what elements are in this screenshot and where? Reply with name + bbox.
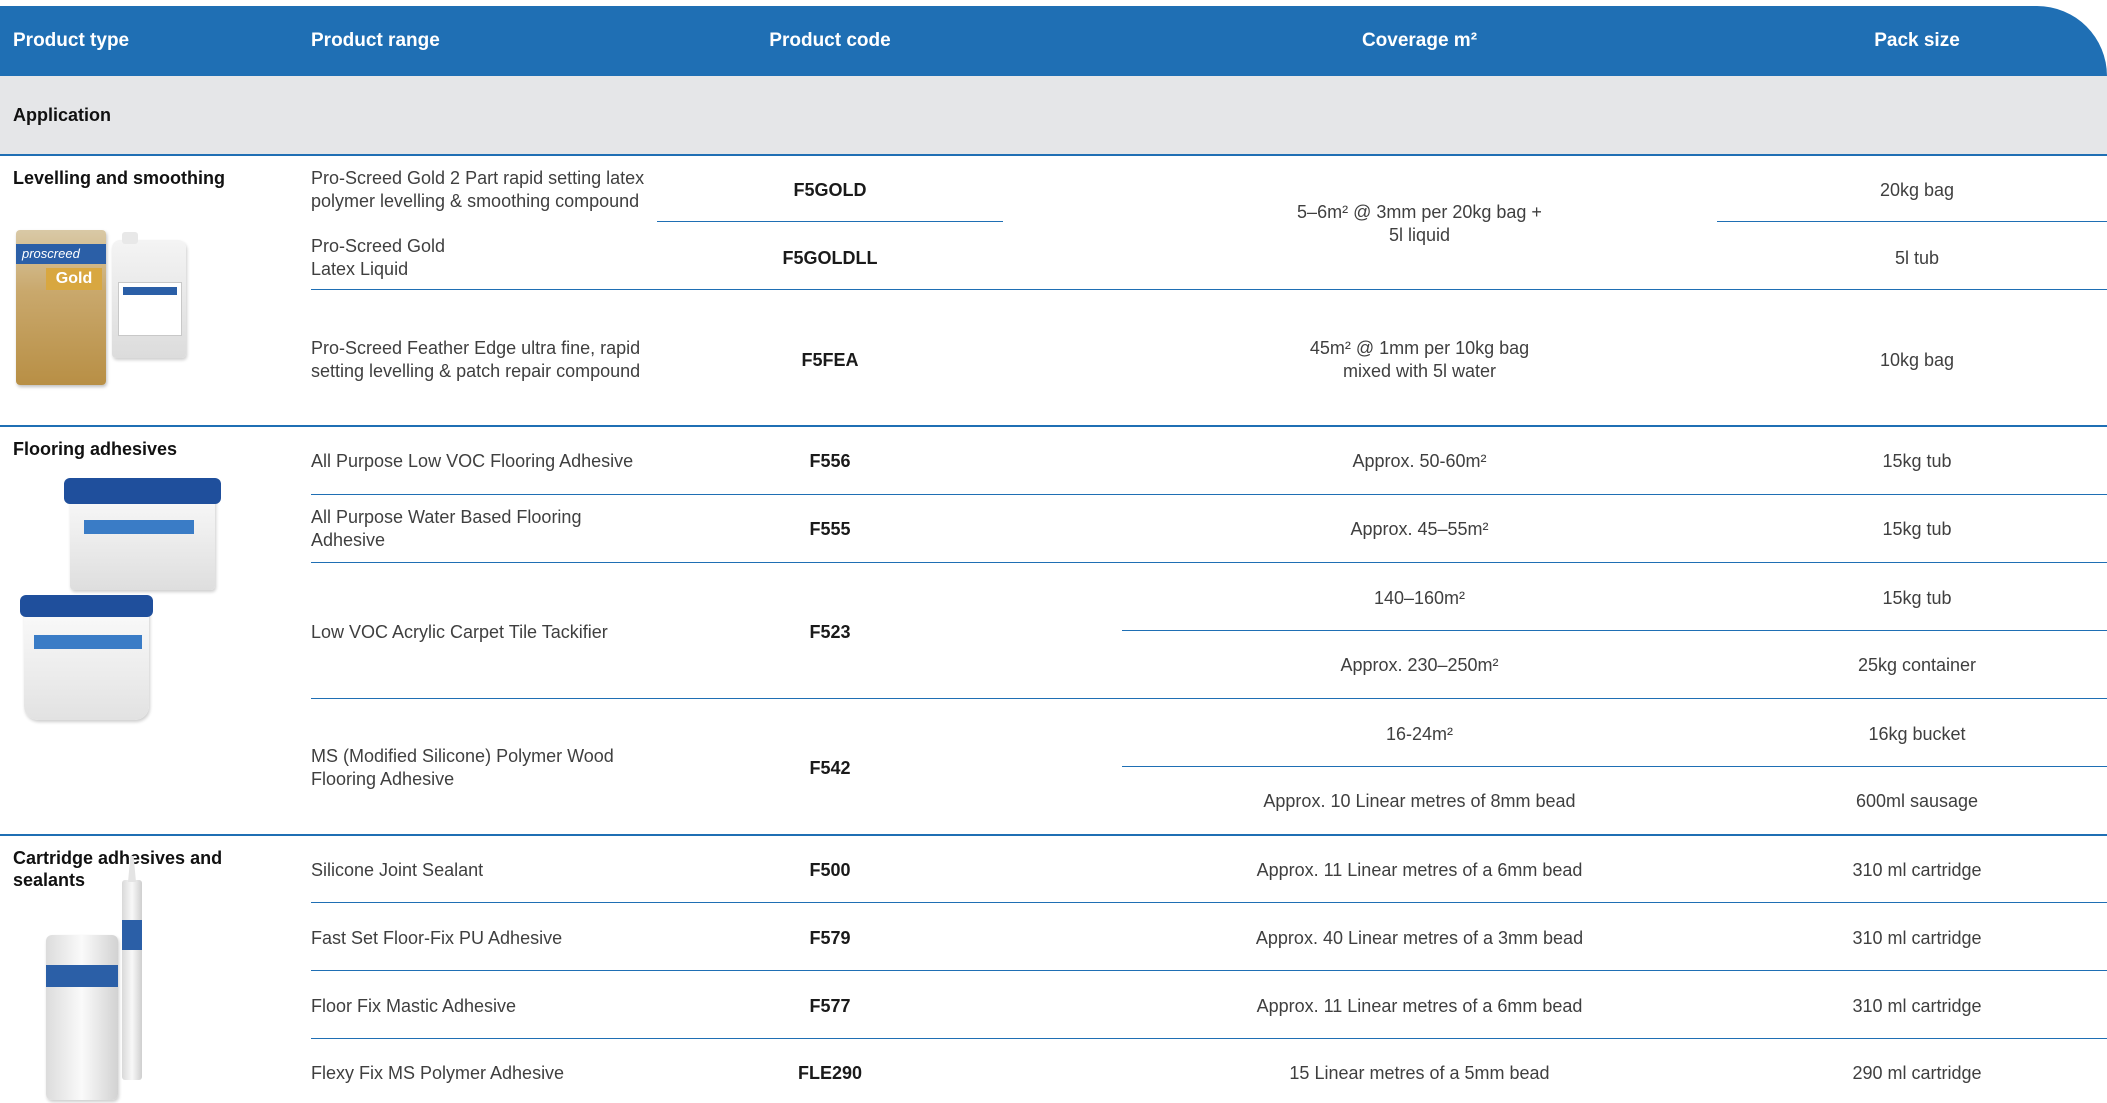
table-row-code: F555 (809, 518, 851, 539)
table-row-coverage: Approx. 230–250m² (1340, 654, 1499, 675)
table-row-coverage: 15 Linear metres of a 5mm bead (1289, 1062, 1550, 1083)
table-row-range: Silicone Joint Sealant (311, 859, 484, 880)
header-product-range: Product range (311, 30, 440, 51)
table-row-range: Floor Fix Mastic Adhesive (311, 995, 517, 1016)
table-row-code: F577 (809, 995, 851, 1016)
header-pack-size: Pack size (1874, 30, 1960, 51)
table-row-pack: 10kg bag (1879, 349, 1955, 370)
table-row-pack: 25kg container (1857, 654, 1977, 675)
table-row-coverage: Approx. 50-60m² (1352, 450, 1487, 471)
group-title-cartridge: Cartridge adhesives and sealants (13, 848, 223, 890)
table-row-pack: 15kg tub (1882, 518, 1952, 539)
table-row-pack: 20kg bag (1879, 179, 1955, 200)
table-row-code: F5GOLDLL (782, 247, 878, 268)
latex-container-icon (112, 232, 186, 358)
table-row-range: All Purpose Low VOC Flooring Adhesive (311, 450, 634, 471)
table-row-coverage: 16-24m² (1385, 723, 1454, 744)
table-row-code: F542 (809, 757, 851, 778)
table-row-coverage: Approx. 40 Linear metres of a 3mm bead (1255, 927, 1584, 948)
table-row-pack: 310 ml cartridge (1852, 859, 1982, 880)
table-row-code: FLE290 (797, 1062, 863, 1083)
group-title-levelling: Levelling and smoothing (13, 168, 226, 188)
table-row-pack: 15kg tub (1882, 587, 1952, 608)
product-table: Product type Product range Product code … (0, 0, 2107, 1103)
table-row-coverage: Approx. 11 Linear metres of a 6mm bead (1256, 995, 1583, 1016)
table-row-code: F579 (809, 927, 851, 948)
bag-gold-label: Gold (46, 268, 102, 290)
adhesive-tub-icon (20, 595, 153, 720)
table-row-pack: 15kg tub (1882, 450, 1952, 471)
table-row-code: F523 (809, 621, 851, 642)
table-row-range: MS (Modified Silicone) Polymer Wood Floo… (311, 746, 614, 789)
table-row-code: F5FEA (801, 349, 859, 370)
table-row-range: All Purpose Water Based Flooring Adhesiv… (311, 507, 582, 550)
table-row-range: Pro-Screed Feather Edge ultra fine, rapi… (311, 338, 641, 381)
tackifier-tub-icon (64, 478, 221, 590)
bag-label: proscreed (16, 244, 106, 264)
table-row-range: Flexy Fix MS Polymer Adhesive (311, 1062, 565, 1083)
table-row-pack: 310 ml cartridge (1852, 995, 1982, 1016)
screed-bag-icon: proscreed Gold (16, 230, 106, 385)
table-row-pack: 5l tub (1894, 247, 1940, 268)
group-divider (0, 154, 2107, 156)
group-divider (0, 834, 2107, 836)
table-row-range: Low VOC Acrylic Carpet Tile Tackifier (311, 621, 608, 642)
group-divider (0, 425, 2107, 427)
table-row-range: Pro-Screed Gold Latex Liquid (311, 236, 446, 279)
table-row-pack: 600ml sausage (1855, 790, 1979, 811)
table-row-coverage-shared: 5–6m² @ 3mm per 20kg bag + 5l liquid (1297, 202, 1542, 245)
table-row-code: F500 (809, 859, 851, 880)
table-row-pack: 310 ml cartridge (1852, 927, 1982, 948)
cartridge-tube-icon (122, 856, 142, 1080)
table-row-pack: 290 ml cartridge (1852, 1062, 1982, 1083)
table-row-coverage: 140–160m² (1373, 587, 1466, 608)
table-row-pack: 16kg bucket (1868, 723, 1966, 744)
table-row-coverage: Approx. 10 Linear metres of 8mm bead (1263, 790, 1576, 811)
header-product-code: Product code (769, 30, 891, 51)
table-row-coverage: Approx. 11 Linear metres of a 6mm bead (1256, 859, 1583, 880)
table-row-range: Pro-Screed Gold 2 Part rapid setting lat… (311, 168, 645, 211)
application-label: Application (13, 105, 111, 125)
table-row-code: F556 (809, 450, 851, 471)
header-product-type: Product type (13, 30, 130, 51)
table-row-coverage: Approx. 45–55m² (1350, 518, 1489, 539)
adhesive-can-icon (46, 935, 118, 1100)
header-coverage: Coverage m² (1361, 30, 1478, 51)
table-row-code: F5GOLD (793, 179, 867, 200)
table-row-coverage: 45m² @ 1mm per 10kg bag mixed with 5l wa… (1309, 338, 1530, 381)
group-title-flooring: Flooring adhesives (13, 439, 178, 459)
table-row-range: Fast Set Floor-Fix PU Adhesive (311, 927, 563, 948)
application-band (0, 76, 2107, 154)
